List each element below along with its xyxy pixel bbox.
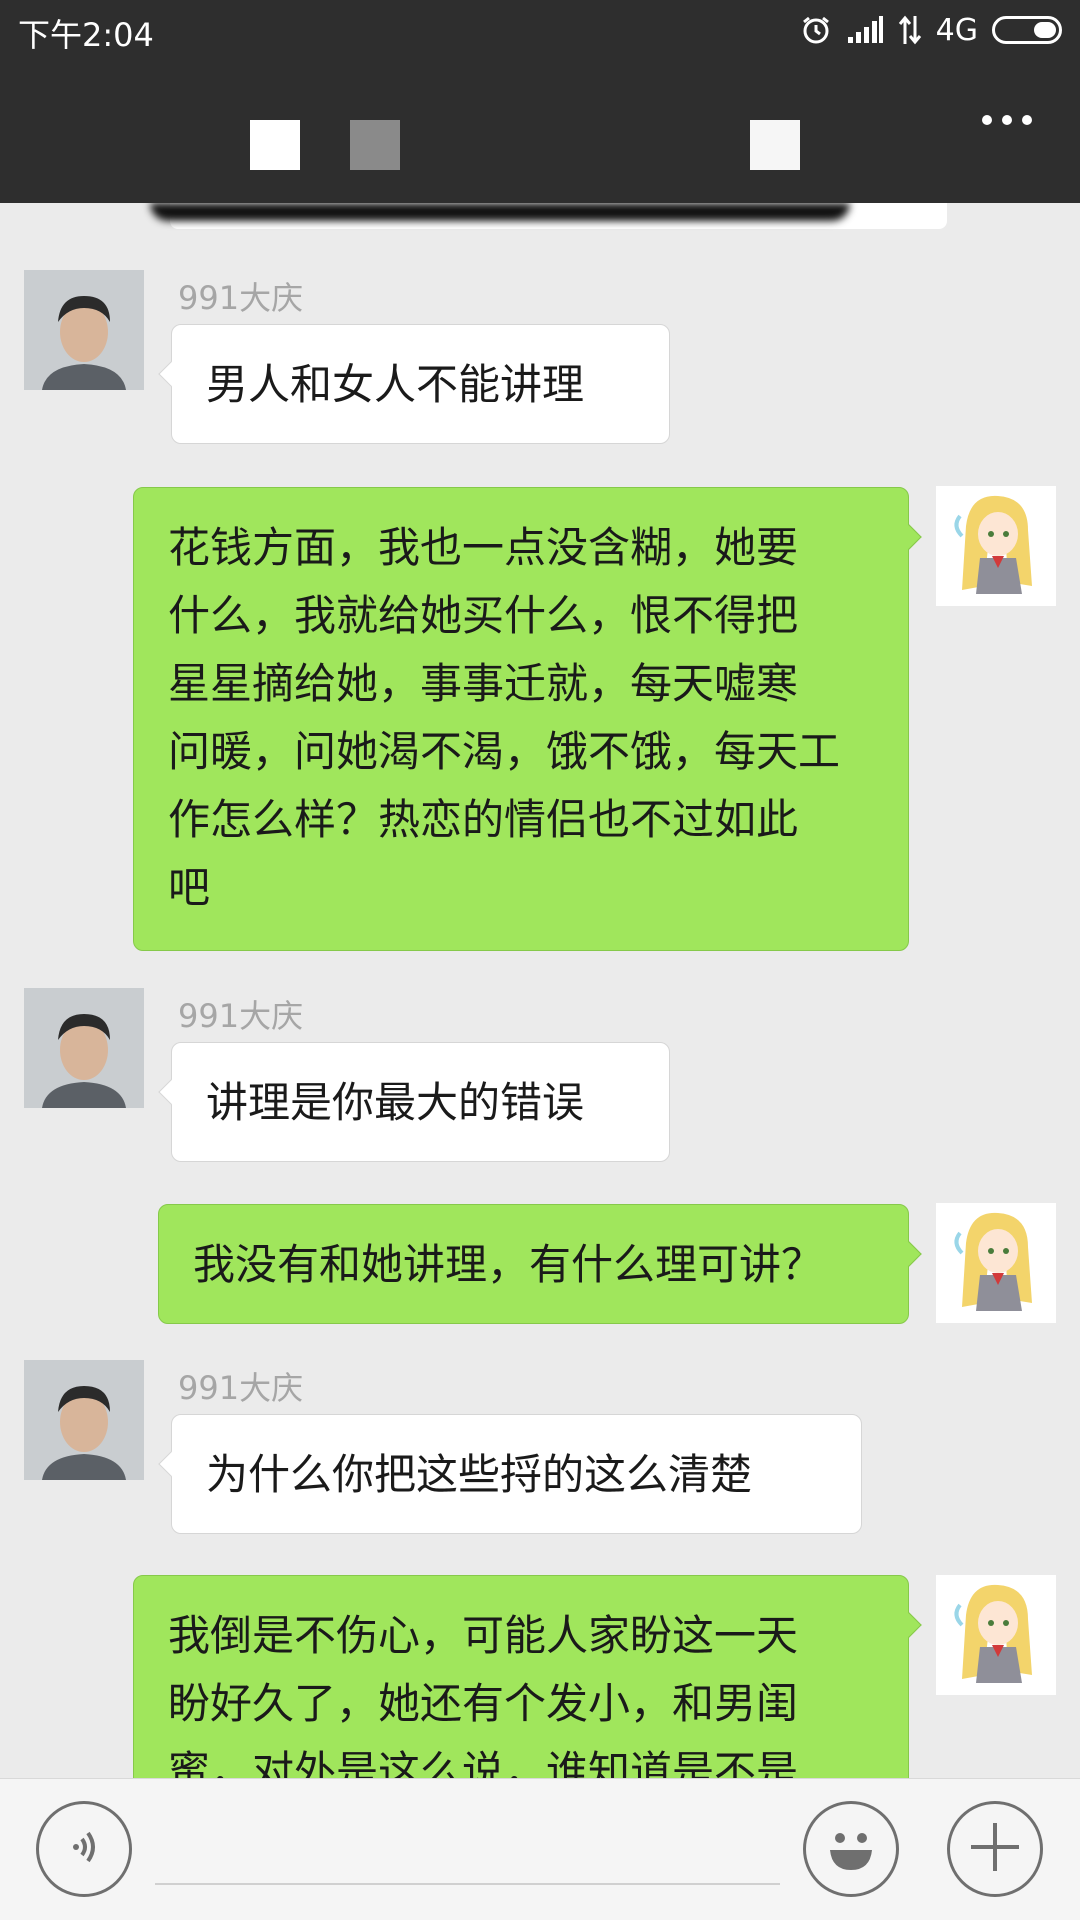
message-line: 我倒是不伤心，可能人家盼这一天 [168, 1611, 799, 1660]
sender-name: 991大庆 [178, 1369, 304, 1407]
network-type: 4G [935, 12, 978, 48]
input-bar [0, 1778, 1080, 1920]
emoji-icon [816, 1812, 886, 1886]
my-avatar[interactable] [936, 1203, 1056, 1323]
title-redaction-block [750, 120, 800, 170]
bubble-tail [158, 1451, 184, 1477]
chat-area[interactable]: 991大庆 男人和女人不能讲理 花钱方面，我也一点没含糊，她要 什么，我就给她买… [0, 203, 1080, 1778]
my-avatar[interactable] [936, 1575, 1056, 1695]
message-line: 我没有和她讲理，有什么理可讲？ [193, 1240, 824, 1289]
message-text: 为什么你把这些捋的这么清楚 [206, 1450, 753, 1499]
message-text: 男人和女人不能讲理 [206, 360, 585, 409]
message-line: 花钱方面，我也一点没含糊，她要 [168, 523, 799, 572]
status-icons: 4G [800, 10, 1062, 50]
bubble-tail [896, 524, 922, 550]
emoji-button[interactable] [803, 1801, 899, 1897]
message-line: 盼好久了，她还有个发小，和男闺 [168, 1679, 799, 1728]
message-line: 蜜，对外是这么说，谁知道是不是 [168, 1747, 799, 1778]
contact-avatar[interactable] [24, 988, 144, 1108]
title-redaction-block [350, 120, 400, 170]
bubble-tail [896, 1241, 922, 1267]
message-line: 吧 [168, 863, 211, 912]
message-line: 星星摘给她，事事迁就，每天嘘寒 [168, 659, 799, 708]
chat-header [0, 60, 1080, 203]
plus-icon [967, 1819, 1023, 1879]
message-bubble-incoming[interactable]: 为什么你把这些捋的这么清楚 [158, 1414, 862, 1534]
title-redaction-block [250, 120, 300, 170]
contact-avatar[interactable] [24, 1360, 144, 1480]
message-bubble-outgoing[interactable]: 我没有和她讲理，有什么理可讲？ [158, 1204, 922, 1324]
contact-avatar[interactable] [24, 270, 144, 390]
status-time: 下午2:04 [18, 16, 154, 54]
status-bar: 下午2:04 4G [0, 0, 1080, 60]
my-avatar[interactable] [936, 486, 1056, 606]
bubble-tail [158, 361, 184, 387]
battery-icon [992, 16, 1062, 44]
plus-button[interactable] [947, 1801, 1043, 1897]
message-bubble-incoming[interactable]: 讲理是你最大的错误 [158, 1042, 670, 1162]
bubble-tail [158, 1079, 184, 1105]
message-line: 作怎么样？热恋的情侣也不过如此 [168, 795, 799, 844]
bubble-tail [896, 1612, 922, 1638]
message-bubble-incoming[interactable]: 男人和女人不能讲理 [158, 324, 670, 444]
message-input[interactable] [155, 1819, 780, 1885]
header-shadow [150, 203, 850, 221]
message-text: 讲理是你最大的错误 [206, 1078, 585, 1127]
message-line: 问暖，问她渴不渴，饿不饿，每天工 [168, 727, 841, 776]
message-bubble-outgoing[interactable]: 我倒是不伤心，可能人家盼这一天 盼好久了，她还有个发小，和男闺 蜜，对外是这么说… [133, 1575, 922, 1778]
message-line: 什么，我就给她买什么，恨不得把 [168, 591, 799, 640]
data-arrows-icon [898, 14, 922, 46]
signal-icon [846, 15, 884, 45]
message-bubble-outgoing[interactable]: 花钱方面，我也一点没含糊，她要 什么，我就给她买什么，恨不得把 星星摘给她，事事… [133, 487, 922, 951]
sender-name: 991大庆 [178, 279, 304, 317]
voice-icon [62, 1825, 106, 1873]
sender-name: 991大庆 [178, 997, 304, 1035]
alarm-icon [800, 14, 832, 46]
voice-button[interactable] [36, 1801, 132, 1897]
more-icon[interactable] [982, 115, 1032, 125]
